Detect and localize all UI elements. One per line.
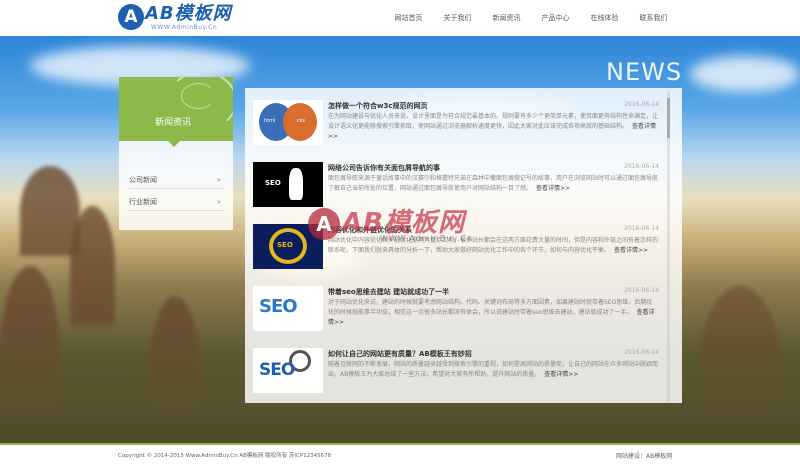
nav-home[interactable]: 网站首页 (384, 0, 433, 36)
summary-text: 随着互联网的不断发展，网站的质量越来越受到搜索引擎的重视，如何提高网站的质量呢，… (328, 361, 658, 378)
hero-heading: NEWS (606, 58, 683, 86)
article-date: 2016-06-14 (624, 349, 659, 356)
chevron-right-icon: » (216, 198, 221, 206)
list-item: SEO 带着seo思维去建站 建站就成功了一半 2016-06-14 对于网站优… (253, 286, 659, 344)
read-more-link[interactable]: 查看详情>> (614, 247, 648, 254)
sidebar-item-label: 行业新闻 (129, 198, 157, 206)
chevron-right-icon: » (216, 176, 221, 184)
watermark-mark-icon: A (308, 208, 340, 240)
logo-title: AB模板网 (145, 3, 232, 24)
list-item: SEO 如何让自己的网站更有质量？AB模板王有妙招 2016-06-14 随着互… (253, 348, 659, 403)
thumb-label: css (297, 118, 305, 124)
sidebar: 新闻资讯 公司新闻 » 行业新闻 » (119, 77, 233, 230)
article-date: 2016-06-14 (624, 287, 659, 294)
main-nav: 网站首页 关于我们 新闻资讯 产品中心 在线体验 联系我们 (384, 0, 678, 36)
article-date: 2016-06-14 (624, 225, 659, 232)
nav-news[interactable]: 新闻资讯 (482, 0, 531, 36)
list-item: html css 怎样做一个符合w3c规范的网页 2016-06-14 在为网站… (253, 100, 659, 158)
cloud-shape (690, 56, 800, 92)
sidebar-pointer-icon (168, 141, 180, 147)
watermark-subtitle: WWW.AdminBuy.Cn (380, 234, 474, 243)
scrollbar-track[interactable] (667, 92, 670, 402)
site-footer: Copyright © 2014-2015 Www.AdminBuy.Cn AB… (0, 443, 800, 465)
thumb-label: SEO (277, 241, 293, 249)
sidebar-item-label: 公司新闻 (129, 176, 157, 184)
nav-contact[interactable]: 联系我们 (629, 0, 678, 36)
thumb-label: SEO (259, 296, 298, 317)
article-summary: 对于网站优化来说，建站的时候就要考虑网站结构、代码、关键词布局等多方面因素，如果… (328, 298, 658, 328)
sidebar-item-company-news[interactable]: 公司新闻 » (129, 171, 225, 189)
swirl-ornament-icon (181, 83, 215, 109)
read-more-link[interactable]: 查看详情>> (544, 371, 578, 378)
site-logo[interactable]: A AB模板网 WWW.AdminBuy.Cn (118, 3, 258, 33)
scrollbar-thumb[interactable] (667, 98, 670, 138)
article-title[interactable]: 带着seo思维去建站 建站就成功了一半 (328, 287, 449, 297)
article-date: 2016-06-14 (624, 163, 659, 170)
summary-text: 面包屑导航来源于童话故事中的汉赛尔和格蕾特兄弟在森林中撒面包屑做记号的故事，用户… (328, 175, 658, 192)
logo-subtitle: WWW.AdminBuy.Cn (151, 24, 218, 31)
article-title[interactable]: 如何让自己的网站更有质量？AB模板王有妙招 (328, 349, 472, 359)
nav-about[interactable]: 关于我们 (433, 0, 482, 36)
article-thumbnail[interactable]: SEO (253, 348, 323, 393)
nav-products[interactable]: 产品中心 (531, 0, 580, 36)
runner-figure-icon (289, 168, 303, 200)
sidebar-item-industry-news[interactable]: 行业新闻 » (129, 193, 225, 211)
summary-text: 在为网站建设与优化人员来说，设计里面是为符合规范最基本的。规则要有多少个更简单元… (328, 113, 658, 130)
article-summary: 随着互联网的不断发展，网站的质量越来越受到搜索引擎的重视，如何提高网站的质量呢，… (328, 360, 658, 390)
sidebar-title: 新闻资讯 (155, 118, 192, 128)
thumb-label: SEO (265, 179, 281, 187)
article-title[interactable]: 怎样做一个符合w3c规范的网页 (328, 101, 428, 111)
article-thumbnail[interactable]: html css (253, 100, 323, 145)
summary-text: 对于网站优化来说，建站的时候就要考虑网站结构、代码、关键词布局等多方面因素，如果… (328, 299, 653, 316)
article-title[interactable]: 网络公司告诉你有关面包屑导航的事 (328, 163, 440, 173)
article-thumbnail[interactable]: SEO (253, 286, 323, 331)
footer-credit[interactable]: 网站建设：AB模板网 (616, 451, 672, 460)
site-header: A AB模板网 WWW.AdminBuy.Cn 网站首页 关于我们 新闻资讯 产… (0, 0, 800, 36)
plant-shape (70, 206, 115, 326)
article-date: 2016-06-14 (624, 101, 659, 108)
footer-copyright: Copyright © 2014-2015 Www.AdminBuy.Cn AB… (118, 453, 332, 459)
nav-demo[interactable]: 在线体验 (580, 0, 629, 36)
article-summary: 在为网站建设与优化人员来说，设计里面是为符合规范最基本的。规则要有多少个更简单元… (328, 112, 658, 142)
read-more-link[interactable]: 查看详情>> (536, 185, 570, 192)
sidebar-header: 新闻资讯 (119, 77, 233, 141)
thumb-label: SEO (259, 360, 295, 380)
logo-mark-icon: A (118, 4, 144, 30)
watermark-logo: A AB模板网 WWW.AdminBuy.Cn (308, 196, 498, 266)
thumb-label: html (264, 118, 276, 124)
